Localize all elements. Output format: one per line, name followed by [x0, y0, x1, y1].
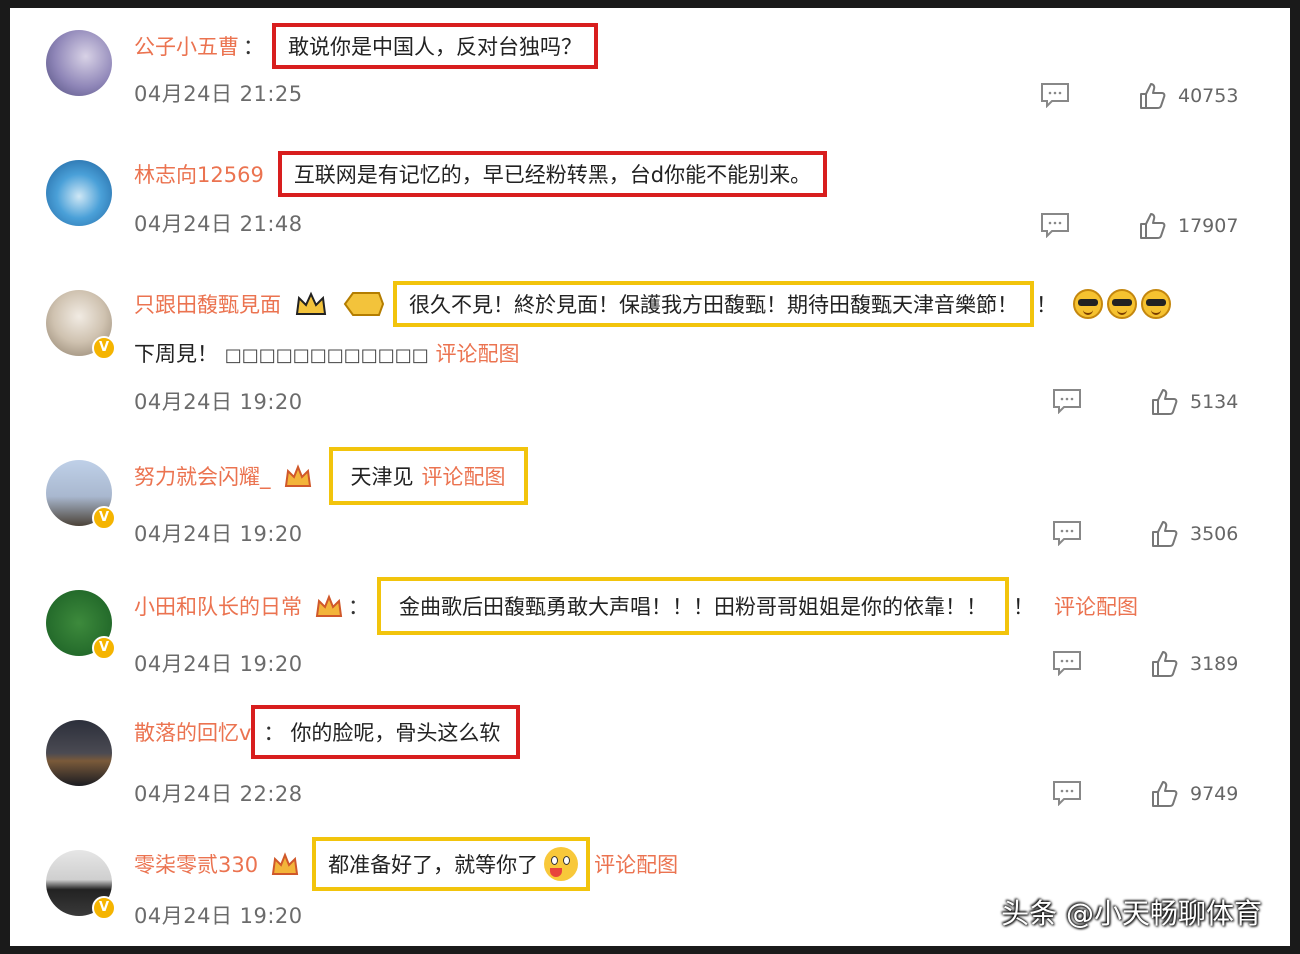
username[interactable]: 林志向12569 [134, 159, 264, 189]
crown-icon [314, 592, 344, 620]
comment-text-continued: 下周見！ [134, 342, 218, 366]
avatar[interactable] [46, 160, 112, 226]
thumb-up-icon [1152, 651, 1178, 677]
comment-text-line2: 下周見！ □□□□□□□□□□□□ 评论配图 [134, 338, 519, 368]
timestamp: 04月24日 19:20 [134, 390, 303, 414]
thumb-up-icon [1140, 83, 1166, 109]
crown-icon [293, 290, 329, 318]
image-link[interactable]: 评论配图 [594, 849, 678, 879]
image-link[interactable]: 评论配图 [422, 461, 506, 491]
comment-icon[interactable] [1052, 780, 1082, 806]
timestamp: 04月24日 21:25 [134, 82, 303, 106]
like-button[interactable]: 3506 [1150, 520, 1238, 548]
timestamp: 04月24日 21:48 [134, 212, 303, 236]
cool-emoji-icon [1107, 289, 1137, 319]
highlight-box: 天津见 评论配图 [328, 447, 528, 505]
cool-emoji-icon [1073, 289, 1103, 319]
like-count: 40753 [1178, 85, 1239, 107]
like-button[interactable]: 17907 [1138, 212, 1238, 240]
timestamp: 04月24日 22:28 [134, 782, 303, 806]
verified-icon: V [92, 896, 116, 920]
avatar[interactable] [46, 720, 112, 786]
comment-text: 都准备好了，就等你了 [328, 853, 539, 877]
like-button[interactable]: 5134 [1150, 388, 1238, 416]
username[interactable]: 努力就会闪耀_ [134, 461, 271, 491]
thumb-up-icon [1152, 521, 1178, 547]
comment-text: 金曲歌后田馥甄勇敢大声唱！！！田粉哥哥姐姐是你的依靠！！ [399, 595, 987, 619]
comment-icon[interactable] [1052, 520, 1082, 546]
like-count: 5134 [1190, 391, 1239, 413]
tongue-emoji-icon [544, 847, 579, 881]
avatar[interactable]: V [46, 590, 116, 660]
highlight-box: 金曲歌后田馥甄勇敢大声唱！！！田粉哥哥姐姐是你的依靠！！ [377, 577, 1009, 635]
like-count: 3189 [1190, 653, 1239, 675]
crown-icon [270, 850, 300, 878]
highlight-box: 敢说你是中国人，反对台独吗？ [272, 23, 598, 69]
like-button[interactable]: 40753 [1138, 82, 1238, 110]
highlight-box: 都准备好了，就等你了 [312, 837, 591, 891]
verified-icon: V [92, 336, 116, 360]
colon: ： [348, 595, 369, 619]
like-button[interactable]: 3189 [1150, 650, 1238, 678]
comment-text: 互联网是有记忆的，早已经粉转黑，台d你能不能别来。 [293, 163, 812, 187]
cool-emoji-icon [1141, 289, 1171, 319]
trailing-text: ！ [1036, 293, 1057, 317]
thumb-up-icon [1152, 389, 1178, 415]
comment-text: 你的脸呢，骨头这么软 [290, 721, 501, 745]
like-count: 9749 [1190, 783, 1239, 805]
comment-icon[interactable] [1052, 650, 1082, 676]
image-link[interactable]: 评论配图 [435, 342, 519, 366]
crown-icon [283, 462, 313, 490]
comment-text: 很久不見！終於見面！保護我方田馥甄！期待田馥甄天津音樂節！ [409, 293, 1018, 317]
timestamp: 04月24日 19:20 [134, 904, 303, 928]
verified-icon: V [92, 636, 116, 660]
username[interactable]: 公子小五曹 [134, 31, 239, 61]
colon: ： [243, 35, 264, 59]
comment-text: 敢说你是中国人，反对台独吗？ [288, 35, 582, 59]
username[interactable]: 小田和队长的日常 [134, 591, 302, 621]
username[interactable]: 散落的回忆v [134, 717, 251, 747]
comment-icon[interactable] [1052, 388, 1082, 414]
username[interactable]: 零柒零贰330 [134, 849, 258, 879]
username[interactable]: 只跟田馥甄見面 [134, 289, 281, 319]
timestamp: 04月24日 19:20 [134, 652, 303, 676]
avatar[interactable] [46, 30, 112, 96]
highlight-box: 互联网是有记忆的，早已经粉转黑，台d你能不能别来。 [277, 151, 828, 197]
thumb-up-icon [1152, 781, 1178, 807]
colon: ： [263, 721, 285, 745]
verified-icon: V [92, 506, 116, 530]
highlight-box: ： 你的脸呢，骨头这么软 [251, 705, 521, 759]
comment-feed: 公子小五曹 ： 敢说你是中国人，反对台独吗？ 04月24日 21:25 4075… [10, 8, 1290, 946]
comment-text: 天津见 [350, 465, 414, 489]
comment-icon[interactable] [1040, 82, 1070, 108]
image-link[interactable]: 评论配图 [1054, 591, 1138, 621]
avatar[interactable]: V [46, 460, 116, 530]
watermark: 头条 @小天畅聊体育 [1001, 897, 1262, 930]
trailing-text: ！ [1013, 595, 1034, 619]
like-count: 17907 [1178, 215, 1239, 237]
like-button[interactable]: 9749 [1150, 780, 1238, 808]
unrendered-chars: □□□□□□□□□□□□ [224, 345, 429, 366]
comment-icon[interactable] [1040, 212, 1070, 238]
avatar[interactable]: V [46, 850, 116, 920]
like-count: 3506 [1190, 523, 1239, 545]
level-badge [343, 291, 385, 317]
thumb-up-icon [1140, 213, 1166, 239]
avatar[interactable]: V [46, 290, 116, 360]
timestamp: 04月24日 19:20 [134, 522, 303, 546]
highlight-box: 很久不見！終於見面！保護我方田馥甄！期待田馥甄天津音樂節！ [393, 281, 1034, 327]
